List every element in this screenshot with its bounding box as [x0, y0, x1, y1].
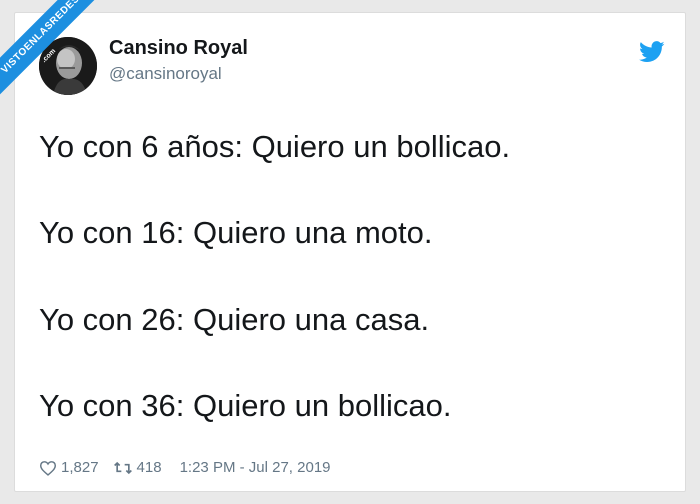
- retweet-icon[interactable]: [113, 460, 133, 476]
- tweet-text-line: Yo con 36: Quiero un bollicao.: [39, 388, 452, 423]
- tweet-timestamp[interactable]: 1:23 PM - Jul 27, 2019: [180, 459, 331, 476]
- tweet-text-line: Yo con 26: Quiero una casa.: [39, 302, 430, 337]
- like-count: 1,827: [61, 459, 99, 476]
- retweet-count: 418: [136, 459, 162, 476]
- tweet-text-line: Yo con 6 años: Quiero un bollicao.: [39, 129, 511, 164]
- watermark: VISTOENLASREDES .com: [0, 0, 130, 130]
- twitter-bird-icon[interactable]: [639, 41, 665, 63]
- tweet-footer: 1,827 418 1:23 PM - Jul 27, 2019: [39, 459, 331, 476]
- heart-icon[interactable]: [39, 460, 57, 476]
- tweet-text-line: Yo con 16: Quiero una moto.: [39, 215, 433, 250]
